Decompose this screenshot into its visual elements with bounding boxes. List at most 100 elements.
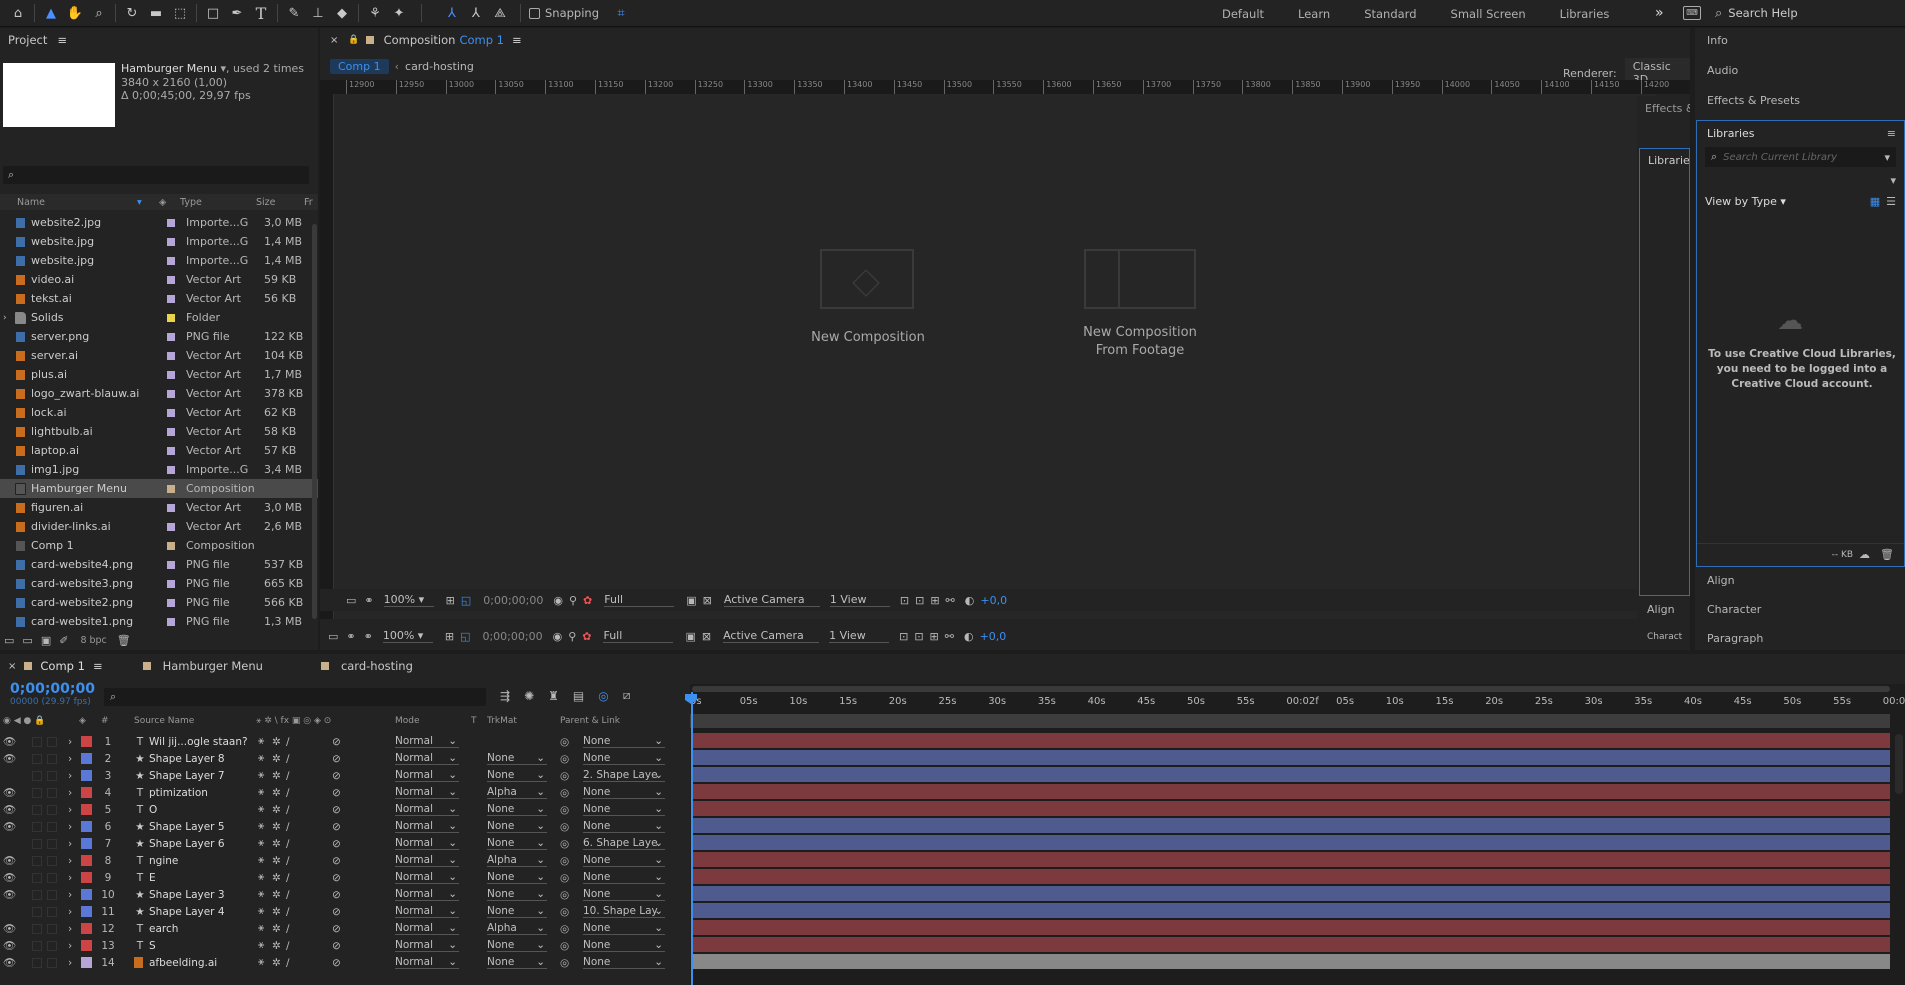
pickwhip-icon[interactable]: ◎	[560, 838, 569, 850]
expand-arrow-icon[interactable]: ›	[68, 923, 72, 935]
layer-name[interactable]: Shape Layer 3	[149, 889, 254, 901]
layer-name[interactable]: afbeelding.ai	[149, 957, 254, 969]
pickwhip-icon[interactable]: ◎	[560, 957, 569, 969]
layer-label-swatch[interactable]	[81, 838, 92, 849]
project-item[interactable]: video.ai Vector Art 59 KB	[0, 270, 318, 289]
trkmat-dropdown[interactable]: None ⌄	[487, 820, 547, 833]
parent-pickwhip-icon[interactable]: ⊘	[332, 770, 341, 782]
project-item[interactable]: plus.ai Vector Art 1,7 MB	[0, 365, 318, 384]
mode-dropdown[interactable]: Normal ⌄	[395, 752, 459, 765]
lock-toggle[interactable]	[47, 889, 57, 900]
layer-row[interactable]: 👁 › 13 T S ⚹ ✲ ∕ ⊘ Normal ⌄ None ⌄ ◎ None ⌄	[0, 937, 690, 954]
parent-pickwhip-icon[interactable]: ⊘	[332, 957, 341, 969]
shy-switch-icon[interactable]: ⚹	[258, 769, 264, 782]
snapping-toggle[interactable]: Snapping	[529, 6, 599, 20]
parent-dropdown[interactable]: 10. Shape Lay ⌄	[583, 905, 665, 918]
3d-glasses-icon[interactable]: ⚭	[364, 594, 373, 607]
solo-toggle[interactable]	[32, 957, 42, 968]
label-swatch[interactable]	[167, 351, 175, 360]
3d-glasses-icon[interactable]: ⚭	[346, 630, 355, 643]
timeline-tab-comp-1[interactable]: Comp 1	[40, 659, 85, 673]
mode-dropdown[interactable]: Normal ⌄	[395, 769, 459, 782]
expand-arrow-icon[interactable]: ›	[68, 889, 72, 901]
layer-name[interactable]: Shape Layer 7	[149, 770, 254, 782]
visibility-eye-icon[interactable]: 👁	[3, 888, 16, 901]
layer-row[interactable]: 👁 › 1 T Wil jij...ogle staan? ⚹ ✲ ∕ ⊘ Normal ⌄ ◎ Non…	[0, 733, 690, 750]
solo-toggle[interactable]	[32, 838, 42, 849]
layer-label-swatch[interactable]	[81, 855, 92, 866]
panel-menu-icon[interactable]: ≡	[57, 33, 67, 47]
character-tab[interactable]: Character	[1707, 603, 1761, 616]
region-icon[interactable]: ▣	[686, 594, 696, 607]
label-swatch[interactable]	[167, 446, 175, 455]
snapping-checkbox[interactable]	[529, 7, 540, 19]
layer-duration-bar[interactable]	[692, 801, 1890, 816]
label-column-icon[interactable]: ◈	[159, 197, 166, 208]
reset-exposure-icon[interactable]: ◐	[965, 594, 975, 607]
work-area-navigator[interactable]	[692, 686, 1890, 692]
layer-duration-bar[interactable]	[692, 954, 1890, 969]
collapse-switch-icon[interactable]: ✲	[272, 770, 281, 782]
exposure-value[interactable]: +0,0	[980, 594, 1007, 607]
shy-switch-icon[interactable]: ⚹	[258, 871, 264, 884]
axis-view-icon[interactable]: ⟁	[488, 1, 512, 25]
solo-toggle[interactable]	[32, 804, 42, 815]
solo-toggle[interactable]	[32, 736, 42, 747]
layer-row[interactable]: 👁 › 9 T E ⚹ ✲ ∕ ⊘ Normal ⌄ None ⌄ ◎ None ⌄	[0, 869, 690, 886]
work-area-bar[interactable]	[690, 714, 1890, 728]
home-icon[interactable]: ⌂	[6, 1, 30, 25]
layer-row[interactable]: 👁 › 14 afbeelding.ai ⚹ ✲ ∕ ⊘ Normal ⌄ None ⌄ ◎ None ⌄	[0, 954, 690, 971]
chevron-down-icon[interactable]: ▾	[1884, 151, 1890, 164]
lock-toggle[interactable]	[47, 838, 57, 849]
parent-pickwhip-icon[interactable]: ⊘	[332, 821, 341, 833]
col-source-name[interactable]: Source Name	[134, 716, 194, 726]
layer-label-swatch[interactable]	[81, 804, 92, 815]
label-swatch[interactable]	[167, 218, 175, 227]
mode-dropdown[interactable]: Normal ⌄	[395, 837, 459, 850]
visibility-eye-icon[interactable]: 👁	[3, 922, 16, 935]
search-help[interactable]: ⌕ Search Help	[1715, 2, 1900, 24]
parent-dropdown[interactable]: None ⌄	[583, 803, 665, 816]
trash-icon[interactable]: 🗑	[117, 634, 131, 647]
character-collapsed-tab[interactable]: Charact	[1647, 632, 1682, 642]
layer-label-swatch[interactable]	[81, 821, 92, 832]
parent-pickwhip-icon[interactable]: ⊘	[332, 838, 341, 850]
parent-dropdown[interactable]: None ⌄	[583, 888, 665, 901]
shy-switch-icon[interactable]: ⚹	[258, 854, 264, 867]
trkmat-dropdown[interactable]: Alpha ⌄	[487, 922, 547, 935]
layer-name[interactable]: earch	[149, 923, 254, 935]
solo-toggle[interactable]	[32, 753, 42, 764]
quality-switch-icon[interactable]: ∕	[286, 957, 290, 969]
collapse-switch-icon[interactable]: ✲	[272, 906, 281, 918]
timeline-scrollbar[interactable]	[1895, 734, 1903, 794]
label-swatch[interactable]	[167, 294, 175, 303]
motion-blur-icon[interactable]: ◎	[598, 689, 608, 703]
col-size[interactable]: Size	[256, 197, 276, 208]
visibility-eye-icon[interactable]: 👁	[3, 803, 16, 816]
col-name[interactable]: Name	[17, 197, 45, 208]
project-item[interactable]: figuren.ai Vector Art 3,0 MB	[0, 498, 318, 517]
expand-arrow-icon[interactable]: ›	[68, 804, 72, 816]
collapse-switch-icon[interactable]: ✲	[272, 855, 281, 867]
project-item[interactable]: card-website4.png PNG file 537 KB	[0, 555, 318, 574]
pickwhip-icon[interactable]: ◎	[560, 923, 569, 935]
time-ruler[interactable]: 0s 05s 10s 15s 20s 25s 30s 35s 40s 45s 50s 55s 00:02…	[690, 694, 1905, 712]
parent-pickwhip-icon[interactable]: ⊘	[332, 753, 341, 765]
camera-dropdown[interactable]: Active Camera	[723, 629, 820, 643]
trkmat-dropdown[interactable]: None ⌄	[487, 939, 547, 952]
label-column-icon[interactable]: ◈	[79, 716, 86, 726]
parent-pickwhip-icon[interactable]: ⊘	[332, 736, 341, 748]
workspace-panel-icon[interactable]: ⌨	[1683, 6, 1701, 20]
label-swatch[interactable]	[167, 237, 175, 246]
libraries-collapsed-panel[interactable]: Librarie	[1639, 148, 1690, 596]
trkmat-dropdown[interactable]: None ⌄	[487, 803, 547, 816]
layer-label-swatch[interactable]	[81, 906, 92, 917]
mode-dropdown[interactable]: Normal ⌄	[395, 803, 459, 816]
collapse-switch-icon[interactable]: ✲	[272, 736, 281, 748]
pen-tool-icon[interactable]: ✒	[225, 1, 249, 25]
resolution-dropdown[interactable]: Full	[603, 629, 674, 643]
layer-label-swatch[interactable]	[81, 923, 92, 934]
layer-label-swatch[interactable]	[81, 770, 92, 781]
workspace-small-screen[interactable]: Small Screen	[1434, 7, 1543, 21]
audio-tab[interactable]: Audio	[1707, 64, 1738, 77]
